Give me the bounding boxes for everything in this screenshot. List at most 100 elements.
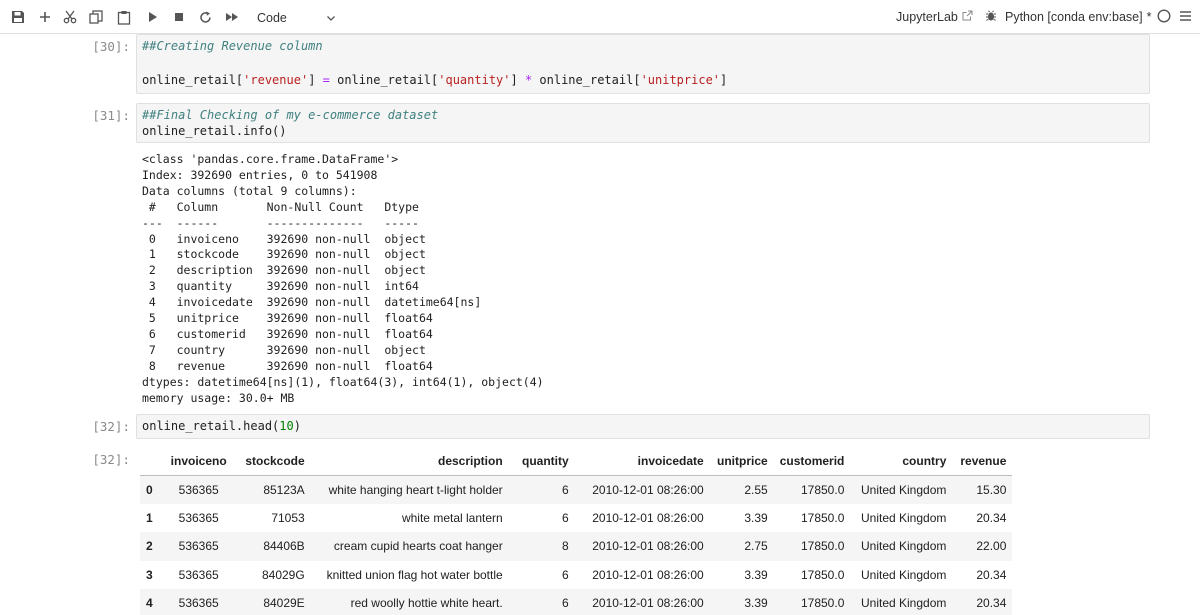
table-row: 3 536365 84029G knitted union flag hot w… [140,561,1012,590]
code-operator: = [322,73,330,87]
code-string: 'revenue' [243,73,309,87]
output-line: 4 invoicedate 392690 non-null datetime64… [142,295,482,310]
table-cell: 17850.0 [800,539,845,554]
restart-icon[interactable] [196,0,214,34]
save-icon[interactable] [8,0,28,34]
table-cell: 17850.0 [800,482,845,497]
code-comment: ##Creating Revenue column [142,39,323,53]
row-index: 2 [146,539,153,554]
column-header: invoiceno [158,447,239,476]
table-cell: 2010-12-01 08:26:00 [592,567,704,582]
dataframe-table: invoiceno stockcode description quantity… [140,447,1013,615]
kernel-indicator[interactable]: Python [conda env:base] * [985,0,1192,34]
paste-icon[interactable] [114,0,134,34]
table-cell: 3.39 [744,596,768,611]
debugger-icon[interactable] [985,9,997,25]
cut-icon[interactable] [60,0,80,34]
cell-31-comment-line: ##Final Checking of my e-commerce datase… [142,108,438,122]
output-line: # Column Non-Null Count Dtype [142,199,419,214]
table-cell: red woolly hottie white heart. [350,596,503,611]
stop-icon[interactable] [170,0,188,34]
code-number: 10 [279,419,294,433]
open-jupyterlab-link[interactable]: JupyterLab [896,0,973,34]
output-line: 0 invoiceno 392690 non-null object [142,231,426,246]
output-line: 2 description 392690 non-null object [142,263,426,278]
table-row: 4 536365 84029E red woolly hottie white … [140,589,1013,615]
table-cell: 2010-12-01 08:26:00 [592,539,704,554]
column-header: revenue [952,447,1013,476]
output-line: dtypes: datetime64[ns](1), float64(3), i… [142,374,544,389]
cell-32-prompt: [32]: [92,419,130,434]
table-cell: 6 [562,567,569,582]
output-line: memory usage: 30.0+ MB [142,390,295,405]
run-icon[interactable] [144,0,162,34]
index-header [140,447,159,476]
table-cell: 2010-12-01 08:26:00 [592,482,704,497]
table-cell: 536365 [178,539,219,554]
table-cell: 3.39 [744,510,768,525]
code-token: ] [720,73,728,87]
cell-31-input[interactable]: ##Final Checking of my e-commerce datase… [136,103,1150,143]
table-cell: 536365 [178,567,219,582]
output-line: 3 quantity 392690 non-null int64 [142,279,419,294]
table-cell: 2010-12-01 08:26:00 [592,510,704,525]
table-cell: white hanging heart t-light holder [328,482,503,497]
table-cell: white metal lantern [401,510,503,525]
code-comment: ##Final Checking of my e-commerce datase… [142,108,439,122]
kernel-status-icon [1157,8,1171,26]
menu-icon[interactable] [1179,10,1192,25]
notebook-toolbar: Code JupyterLab Python [conda env:base] … [0,0,1200,34]
chevron-down-icon [326,12,336,26]
jupyterlab-label: JupyterLab [896,10,958,24]
output-line: Data columns (total 9 columns): [142,183,357,198]
table-cell: 536365 [178,510,219,525]
code-token: online_retail.head( [142,419,280,433]
table-cell: 2010-12-01 08:26:00 [592,596,704,611]
external-link-icon [962,10,973,24]
table-cell: 20.34 [976,567,1007,582]
cell-32-code-line: online_retail.head(10) [142,419,301,433]
add-cell-icon[interactable] [36,0,54,34]
table-cell: 22.00 [976,539,1007,554]
table-cell: 17850.0 [800,510,845,525]
row-index: 3 [146,567,153,582]
table-cell: 20.34 [976,510,1007,525]
output-line: 1 stockcode 392690 non-null object [142,247,426,262]
row-index: 1 [146,510,153,525]
code-token: ] [308,73,323,87]
table-cell: 3.39 [744,567,768,582]
copy-icon[interactable] [86,0,106,34]
code-string: 'unitprice' [640,73,721,87]
table-cell: 17850.0 [800,596,845,611]
table-cell: cream cupid hearts coat hanger [333,539,503,554]
cell-31-code-line: online_retail.info() [142,124,287,138]
table-row: 0 536365 85123A white hanging heart t-li… [140,475,1013,504]
output-line: 5 unitprice 392690 non-null float64 [142,311,433,326]
row-index: 4 [146,596,153,611]
code-token: online_retail[ [532,73,641,87]
output-line: 7 country 392690 non-null object [142,342,426,357]
cell-30-input[interactable]: ##Creating Revenue column online_retail[… [136,34,1150,94]
table-cell: 84029G [261,567,305,582]
cell-32-input[interactable]: online_retail.head(10) [136,414,1150,439]
fast-forward-icon[interactable] [222,0,242,34]
table-cell: United Kingdom [860,510,947,525]
column-header: quantity [508,447,575,476]
table-cell: 17850.0 [800,567,845,582]
table-cell: 20.34 [976,596,1007,611]
code-token: online_retail[ [142,73,244,87]
row-index: 0 [146,482,153,497]
table-cell: 15.30 [976,482,1007,497]
cell-type-label: Code [257,10,287,25]
table-row: 1 536365 71053 white metal lantern 6 201… [140,504,1012,533]
column-header: invoicedate [574,447,710,476]
output-line: 8 revenue 392690 non-null float64 [142,358,433,373]
table-cell: 8 [562,539,569,554]
cell-31-output: <class 'pandas.core.frame.DataFrame'> Ind… [142,152,544,407]
table-cell: United Kingdom [860,567,947,582]
kernel-modified-marker: * [1146,10,1152,24]
cell-type-select[interactable]: Code [250,7,342,28]
output-line: 6 customerid 392690 non-null float64 [142,326,433,341]
kernel-name: Python [conda env:base] [1005,10,1143,24]
cell-31-prompt: [31]: [92,108,130,123]
